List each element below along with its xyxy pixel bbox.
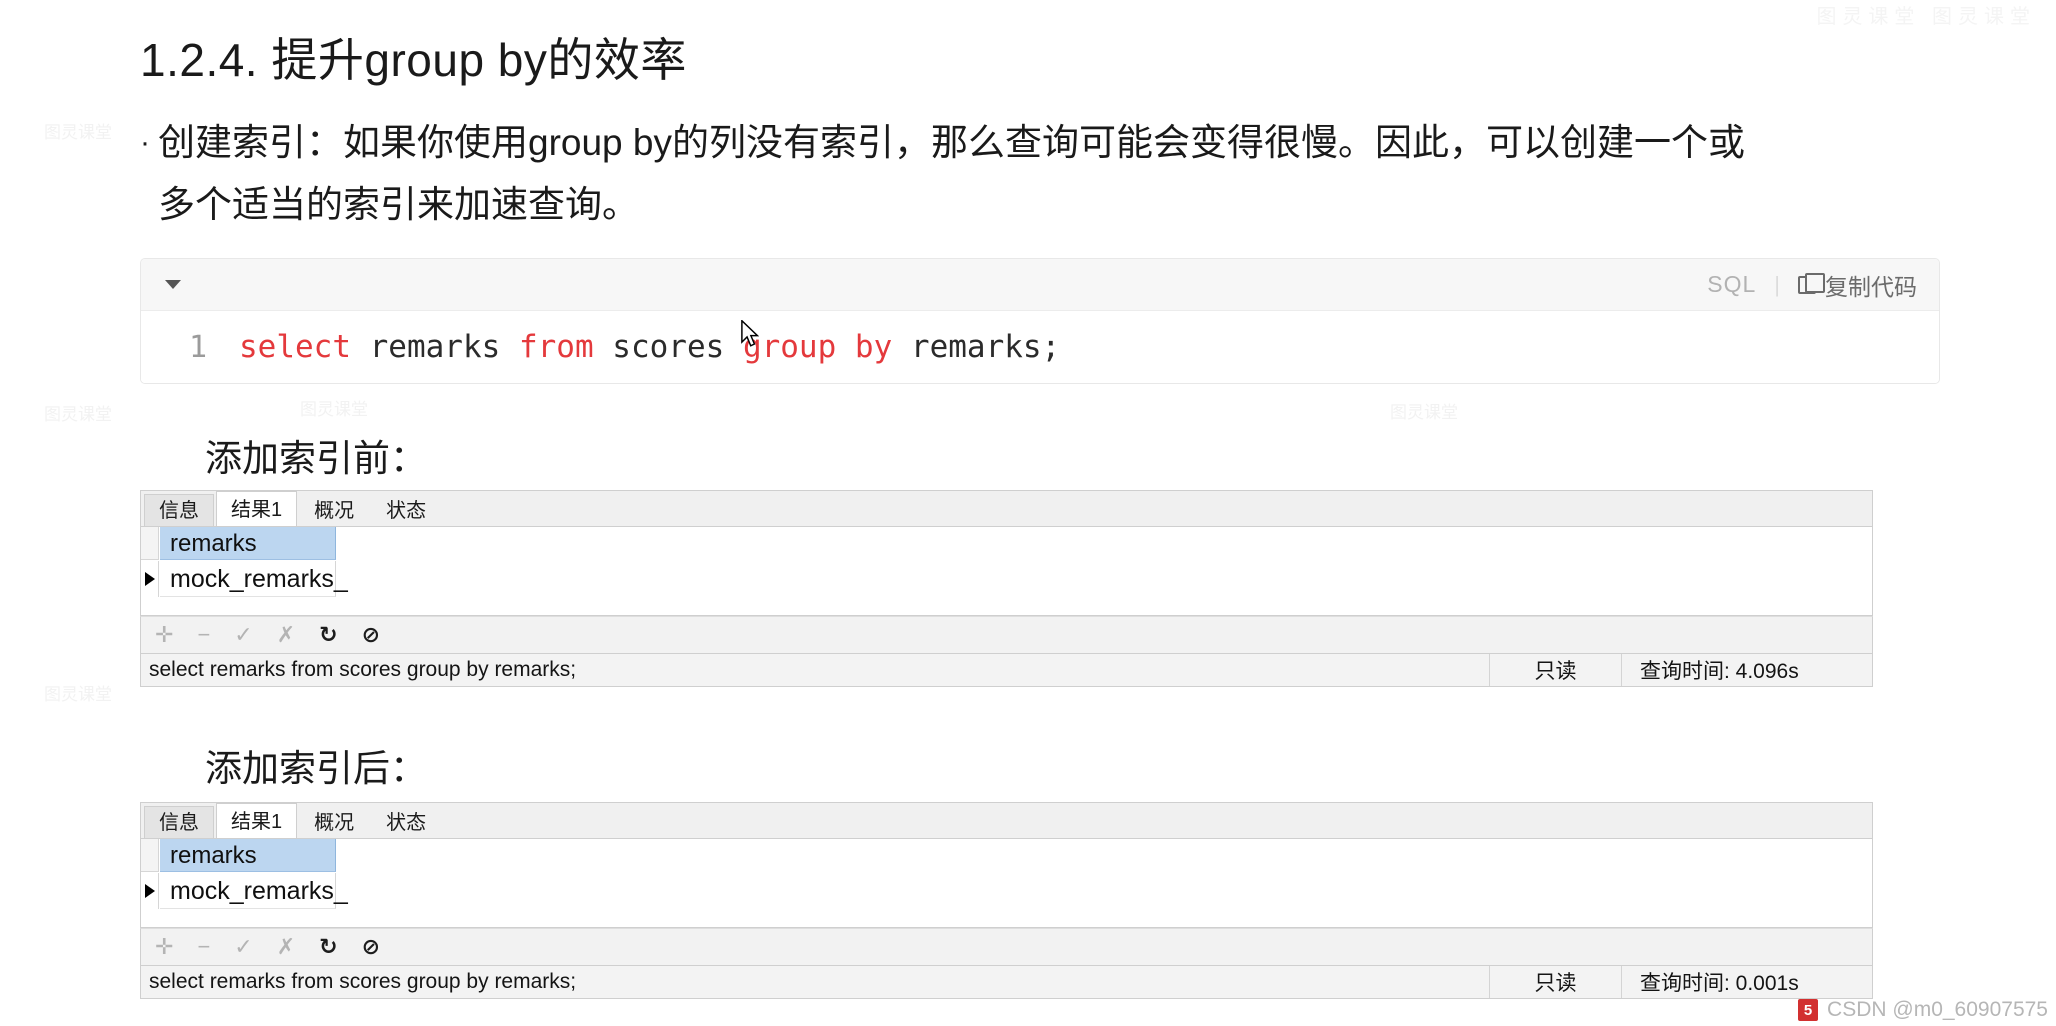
plus-icon[interactable]: ✛: [155, 936, 173, 958]
bullet-dot-icon: ·: [140, 126, 150, 159]
bullet-list: · 创建索引：如果你使用group by的列没有索引，那么查询可能会变得很慢。因…: [140, 112, 1930, 236]
code-line: select remarks from scores group by rema…: [239, 329, 1060, 365]
status-sql-text: select remarks from scores group by rema…: [141, 654, 1490, 686]
tab-status[interactable]: 状态: [371, 806, 442, 838]
minus-icon[interactable]: −: [197, 936, 210, 958]
tab-profile[interactable]: 概况: [299, 494, 370, 526]
status-readonly: 只读: [1490, 654, 1622, 686]
row-pointer-icon: [144, 884, 155, 898]
code-token: scores: [593, 329, 743, 365]
bullet-line-2: 多个适当的索引来加速查询。: [158, 184, 639, 225]
code-token: remarks: [350, 329, 519, 365]
code-token: group by: [742, 329, 893, 365]
refresh-icon[interactable]: ↻: [319, 624, 337, 646]
result-grid-before[interactable]: remarks mock_remarks_: [140, 526, 1873, 616]
grid-corner: [141, 527, 159, 560]
check-icon[interactable]: ✓: [234, 624, 252, 646]
result-panel-before: 信息 结果1 概况 状态 remarks mock_remarks_ ✛ − ✓…: [140, 490, 1873, 687]
refresh-icon[interactable]: ↻: [319, 936, 337, 958]
csdn-username: CSDN @m0_60907575: [1827, 998, 2048, 1021]
status-readonly: 只读: [1490, 966, 1622, 998]
code-token: remarks;: [892, 329, 1061, 365]
check-icon[interactable]: ✓: [234, 936, 252, 958]
plus-icon[interactable]: ✛: [155, 624, 173, 646]
tab-info[interactable]: 信息: [144, 806, 214, 838]
top-watermark: 图灵课堂 图灵课堂: [1816, 6, 2036, 28]
header-separator: |: [1774, 271, 1780, 297]
tab-result1[interactable]: 结果1: [216, 803, 298, 839]
chevron-down-icon[interactable]: [165, 280, 181, 289]
grid-row-marker: [141, 873, 159, 909]
section-label-after: 添加索引后：: [205, 748, 427, 789]
grid-cell[interactable]: mock_remarks_: [160, 873, 348, 909]
code-token: select: [239, 329, 351, 365]
bullet-text: 创建索引：如果你使用group by的列没有索引，那么查询可能会变得很慢。因此，…: [158, 112, 1745, 236]
code-body[interactable]: 1 select remarks from scores group by re…: [141, 311, 1939, 383]
result-grid-after[interactable]: remarks mock_remarks_: [140, 838, 1873, 928]
grid-column-header[interactable]: remarks: [160, 839, 336, 872]
stop-icon[interactable]: ⊘: [362, 936, 380, 958]
code-token: from: [518, 329, 594, 365]
tab-result1[interactable]: 结果1: [216, 491, 298, 527]
tab-status[interactable]: 状态: [371, 494, 442, 526]
code-block-header: SQL | 复制代码: [141, 259, 1939, 311]
copy-code-label: 复制代码: [1825, 273, 1917, 300]
page-title: 1.2.4. 提升group by的效率: [140, 34, 687, 86]
status-sql-text: select remarks from scores group by rema…: [141, 966, 1490, 998]
cross-icon[interactable]: ✗: [277, 624, 295, 646]
body-watermark: 图灵课堂: [44, 123, 112, 142]
result-panel-after: 信息 结果1 概况 状态 remarks mock_remarks_ ✛ − ✓…: [140, 802, 1873, 999]
body-watermark: 图灵课堂: [44, 685, 112, 704]
csdn-watermark: 5 CSDN @m0_60907575: [1798, 998, 2048, 1022]
section-label-before: 添加索引前：: [205, 438, 427, 479]
copy-code-button[interactable]: 复制代码: [1798, 268, 1917, 302]
grid-row-marker: [141, 561, 159, 597]
grid-toolbar-after: ✛ − ✓ ✗ ↻ ⊘: [140, 928, 1873, 966]
bullet-line-1: 创建索引：如果你使用group by的列没有索引，那么查询可能会变得很慢。因此，…: [158, 122, 1745, 163]
grid-toolbar-before: ✛ − ✓ ✗ ↻ ⊘: [140, 616, 1873, 654]
body-watermark: 图灵课堂: [300, 400, 368, 419]
grid-column-header[interactable]: remarks: [160, 527, 336, 560]
list-item: · 创建索引：如果你使用group by的列没有索引，那么查询可能会变得很慢。因…: [140, 112, 1930, 236]
stop-icon[interactable]: ⊘: [362, 624, 380, 646]
status-bar-after: select remarks from scores group by rema…: [140, 966, 1873, 999]
code-header-actions: SQL | 复制代码: [1707, 268, 1917, 302]
grid-corner: [141, 839, 159, 872]
body-watermark: 图灵课堂: [44, 405, 112, 424]
code-block: SQL | 复制代码 1 select remarks from scores …: [140, 258, 1940, 384]
status-query-time: 查询时间: 0.001s: [1622, 966, 1872, 998]
copy-icon: [1798, 272, 1825, 294]
status-bar-before: select remarks from scores group by rema…: [140, 654, 1873, 687]
line-number: 1: [188, 329, 207, 365]
tab-profile[interactable]: 概况: [299, 806, 370, 838]
csdn-logo-icon: 5: [1798, 999, 1819, 1021]
result-tabs-before: 信息 结果1 概况 状态: [140, 490, 1873, 527]
row-pointer-icon: [144, 572, 155, 586]
grid-cell[interactable]: mock_remarks_: [160, 561, 348, 597]
code-language-label: SQL: [1707, 271, 1757, 297]
tab-info[interactable]: 信息: [144, 494, 214, 526]
result-tabs-after: 信息 结果1 概况 状态: [140, 802, 1873, 839]
cross-icon[interactable]: ✗: [277, 936, 295, 958]
minus-icon[interactable]: −: [197, 624, 210, 646]
body-watermark: 图灵课堂: [1390, 403, 1458, 422]
status-query-time: 查询时间: 4.096s: [1622, 654, 1872, 686]
page-root: 图灵课堂 图灵课堂 1.2.4. 提升group by的效率 · 创建索引：如果…: [0, 0, 2056, 1026]
